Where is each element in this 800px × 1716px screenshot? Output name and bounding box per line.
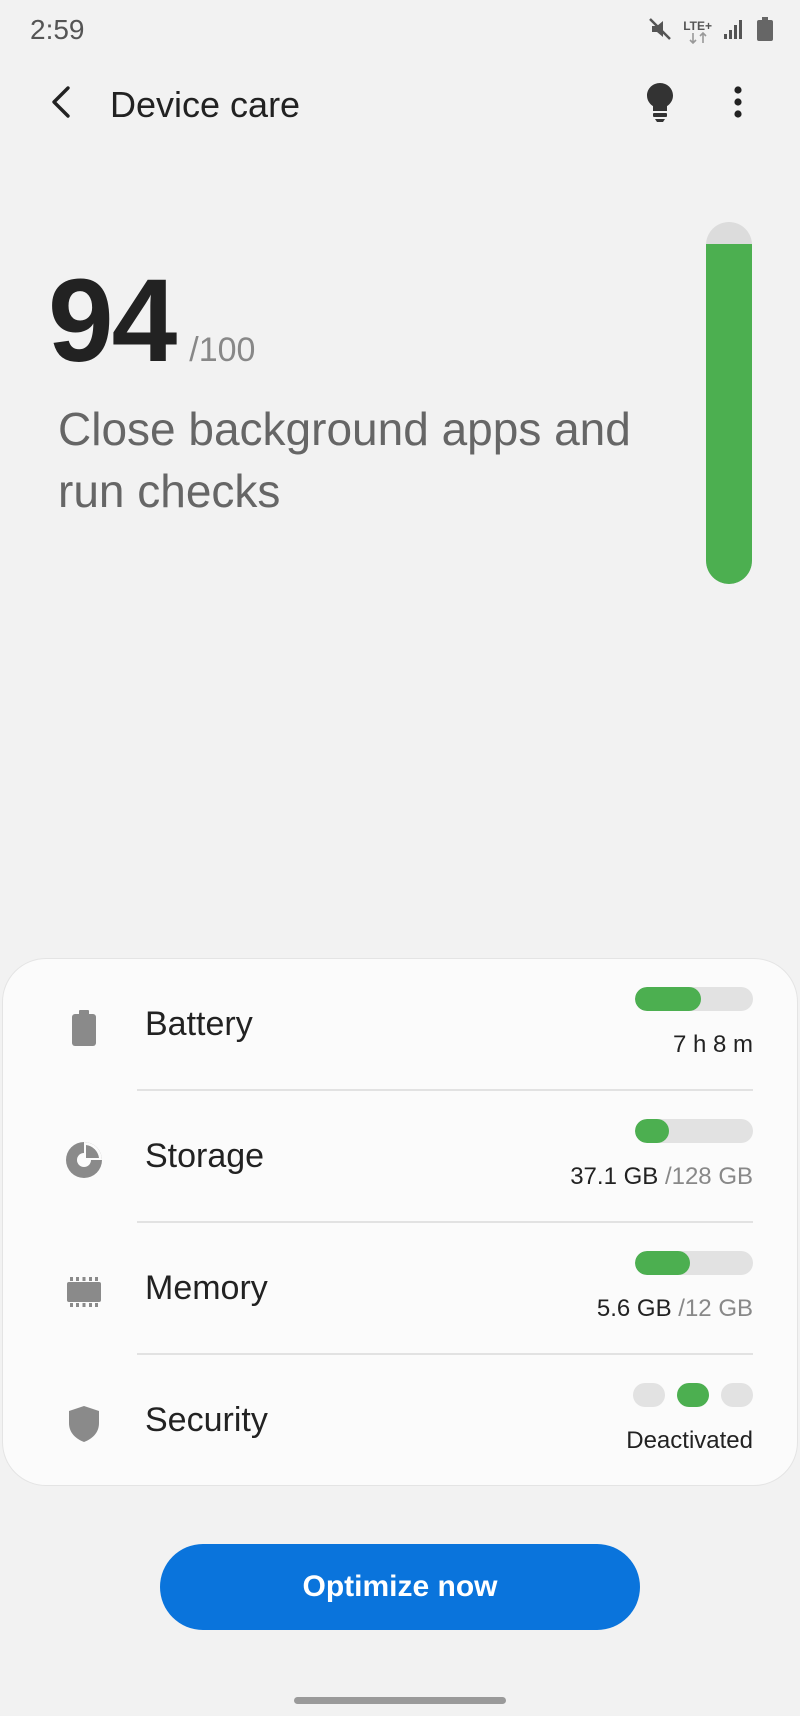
back-button[interactable] — [40, 82, 84, 126]
more-options-icon — [733, 85, 743, 124]
security-level-dot — [677, 1383, 709, 1407]
back-arrow-icon — [48, 84, 76, 125]
storage-total: /128 GB — [664, 1163, 753, 1190]
status-icons: LTE+ — [647, 16, 774, 47]
mute-icon — [647, 16, 673, 47]
signal-icon — [722, 17, 746, 46]
memory-total: /12 GB — [678, 1295, 753, 1322]
battery-status-icon — [756, 16, 774, 47]
memory-row[interactable]: Memory 5.6 GB /12 GB — [3, 1223, 797, 1355]
optimize-now-button[interactable]: Optimize now — [160, 1544, 640, 1630]
memory-used: 5.6 GB — [596, 1295, 672, 1322]
lte-icon: LTE+ — [683, 20, 712, 44]
battery-time: 7 h 8 m — [672, 1031, 753, 1058]
app-header: Device care — [0, 70, 800, 140]
battery-value: 7 h 8 m — [673, 1031, 753, 1059]
security-value: Deactivated — [626, 1427, 753, 1455]
score-message: Close background apps and run checks — [58, 403, 631, 517]
memory-bar-fill — [635, 1251, 691, 1275]
storage-bar — [635, 1119, 753, 1143]
memory-value: 5.6 GB /12 GB — [597, 1295, 753, 1323]
network-label: LTE+ — [683, 18, 712, 33]
storage-label: Storage — [145, 1137, 265, 1175]
tips-button[interactable] — [636, 80, 684, 128]
battery-bar — [635, 987, 753, 1011]
status-time: 2:59 — [30, 14, 85, 45]
storage-row[interactable]: Storage 37.1 GB /128 GB — [3, 1091, 797, 1223]
storage-used: 37.1 GB — [570, 1163, 659, 1190]
home-indicator[interactable] — [294, 1697, 506, 1704]
more-options-button[interactable] — [714, 80, 762, 128]
memory-chip-icon — [61, 1269, 107, 1315]
security-label: Security — [145, 1401, 268, 1439]
score-level-bar — [706, 222, 752, 584]
memory-bar — [635, 1251, 753, 1275]
battery-icon — [61, 1005, 107, 1051]
security-level-dot — [633, 1383, 665, 1407]
score-value: 94 — [48, 255, 177, 387]
status-card: Battery 7 h 8 m Storage 37.1 GB /128 GB — [2, 958, 798, 1486]
memory-label: Memory — [145, 1269, 268, 1307]
storage-value: 37.1 GB /128 GB — [570, 1163, 753, 1191]
page-title: Device care — [110, 84, 301, 125]
lightbulb-icon — [645, 81, 675, 128]
score-max: /100 — [189, 331, 256, 369]
security-level-indicator — [633, 1383, 753, 1407]
score-level-fill — [706, 243, 752, 584]
storage-bar-fill — [635, 1119, 670, 1143]
battery-label: Battery — [145, 1005, 253, 1043]
score-display: 94 /100 — [48, 262, 255, 380]
status-bar: 2:59 LTE+ — [0, 0, 800, 60]
battery-row[interactable]: Battery 7 h 8 m — [3, 959, 797, 1091]
security-row[interactable]: Security Deactivated — [3, 1355, 797, 1487]
security-level-dot — [721, 1383, 753, 1407]
battery-bar-fill — [635, 987, 702, 1011]
storage-pie-icon — [61, 1137, 107, 1183]
shield-icon — [61, 1401, 107, 1447]
security-status: Deactivated — [626, 1427, 753, 1454]
